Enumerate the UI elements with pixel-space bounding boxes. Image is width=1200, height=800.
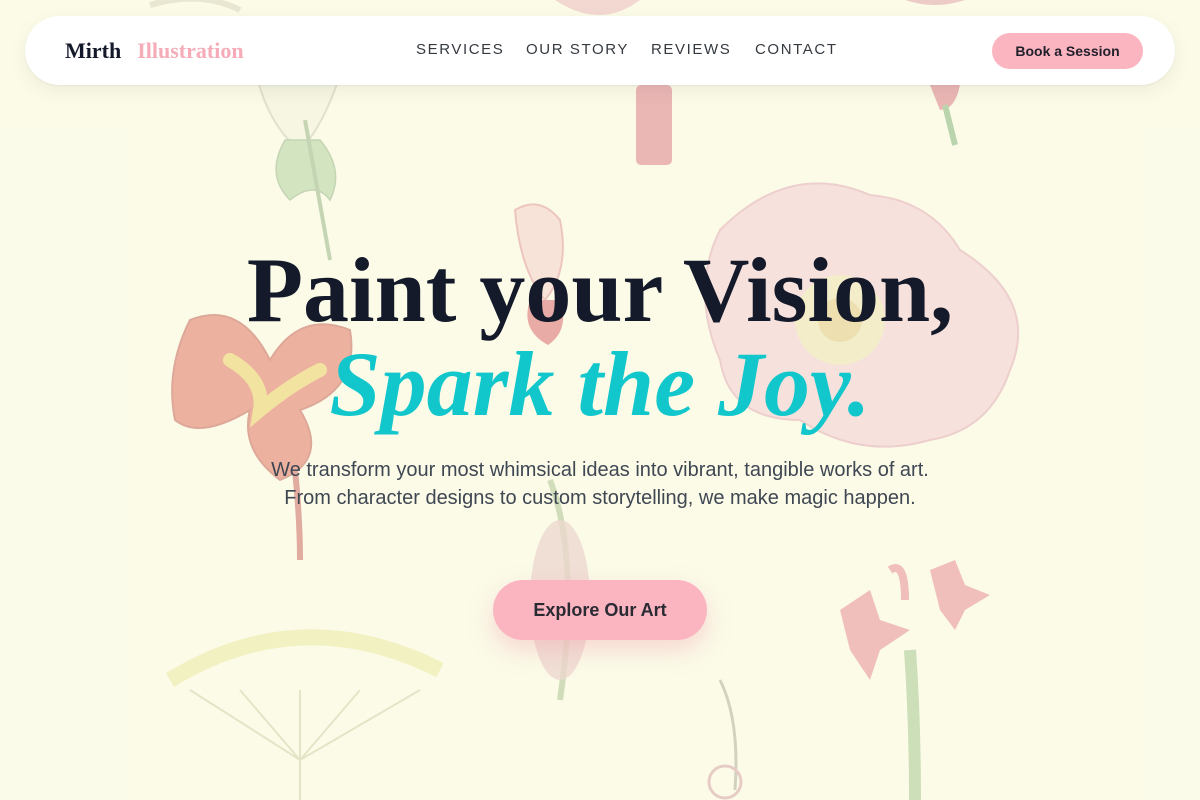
nav-link-services[interactable]: SERVICES [416,41,504,59]
book-session-button[interactable]: Book a Session [992,33,1143,69]
hero-title-line-1: Paint your Vision, [246,239,954,341]
hero-title-line-2: Spark the Joy. [329,333,871,435]
nav-link-contact[interactable]: CONTACT [755,41,838,59]
nav-link-reviews[interactable]: REVIEWS [651,41,731,59]
logo[interactable]: Mirth Illustration [65,38,244,64]
explore-art-button[interactable]: Explore Our Art [493,580,707,640]
navbar: Mirth Illustration SERVICES OUR STORY REV… [25,16,1175,85]
hero-subtitle: We transform your most whimsical ideas i… [271,459,929,509]
nav-link-our-story[interactable]: OUR STORY [526,41,629,59]
logo-accent-text: Illustration [137,38,244,63]
logo-primary-text: Mirth [65,38,122,63]
